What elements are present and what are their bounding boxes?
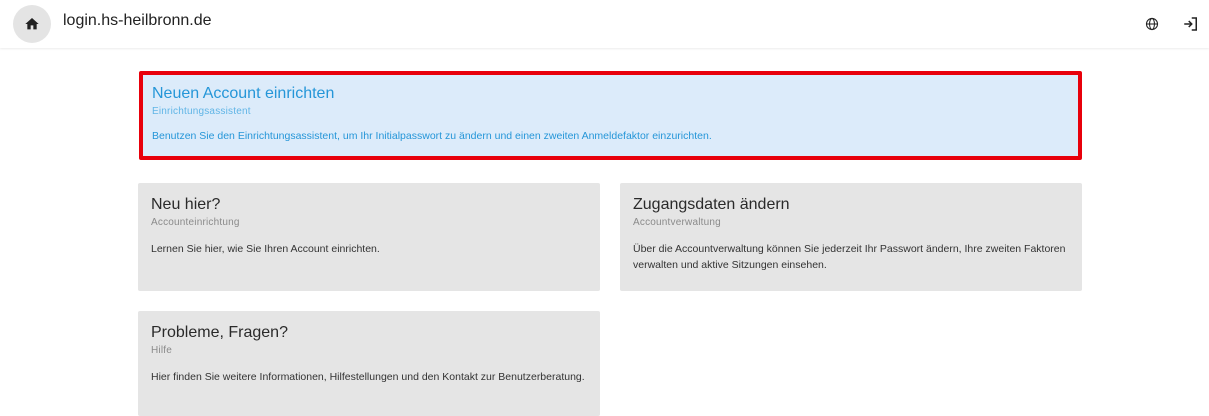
language-button[interactable] [1141, 13, 1163, 35]
card-title: Neuen Account einrichten [152, 85, 335, 102]
globe-icon [1145, 17, 1159, 31]
help-card[interactable]: Probleme, Fragen? Hilfe Hier finden Sie … [138, 311, 600, 416]
card-subtitle: Accountverwaltung [633, 217, 721, 228]
card-title: Probleme, Fragen? [151, 324, 288, 341]
card-subtitle: Einrichtungsassistent [152, 106, 251, 117]
change-credentials-card[interactable]: Zugangsdaten ändern Accountverwaltung Üb… [620, 183, 1082, 291]
home-button[interactable] [13, 5, 51, 43]
card-title: Zugangsdaten ändern [633, 196, 790, 213]
card-description: Lernen Sie hier, wie Sie Ihren Account e… [151, 243, 380, 255]
card-description: Hier finden Sie weitere Informationen, H… [151, 371, 585, 383]
logout-icon [1184, 17, 1197, 31]
top-app-bar: login.hs-heilbronn.de [0, 0, 1209, 48]
home-icon [25, 18, 39, 30]
card-subtitle: Hilfe [151, 345, 173, 356]
setup-assistant-card[interactable]: Neuen Account einrichten Einrichtungsass… [139, 71, 1082, 160]
logout-button[interactable] [1179, 12, 1203, 36]
site-title: login.hs-heilbronn.de [63, 12, 212, 29]
card-description: Benutzen Sie den Einrichtungsassistent, … [152, 130, 712, 142]
new-here-card[interactable]: Neu hier? Accounteinrichtung Lernen Sie … [138, 183, 600, 291]
card-description: Über die Accountverwaltung können Sie je… [633, 243, 1066, 271]
card-subtitle: Accounteinrichtung [151, 217, 240, 228]
card-title: Neu hier? [151, 196, 221, 213]
